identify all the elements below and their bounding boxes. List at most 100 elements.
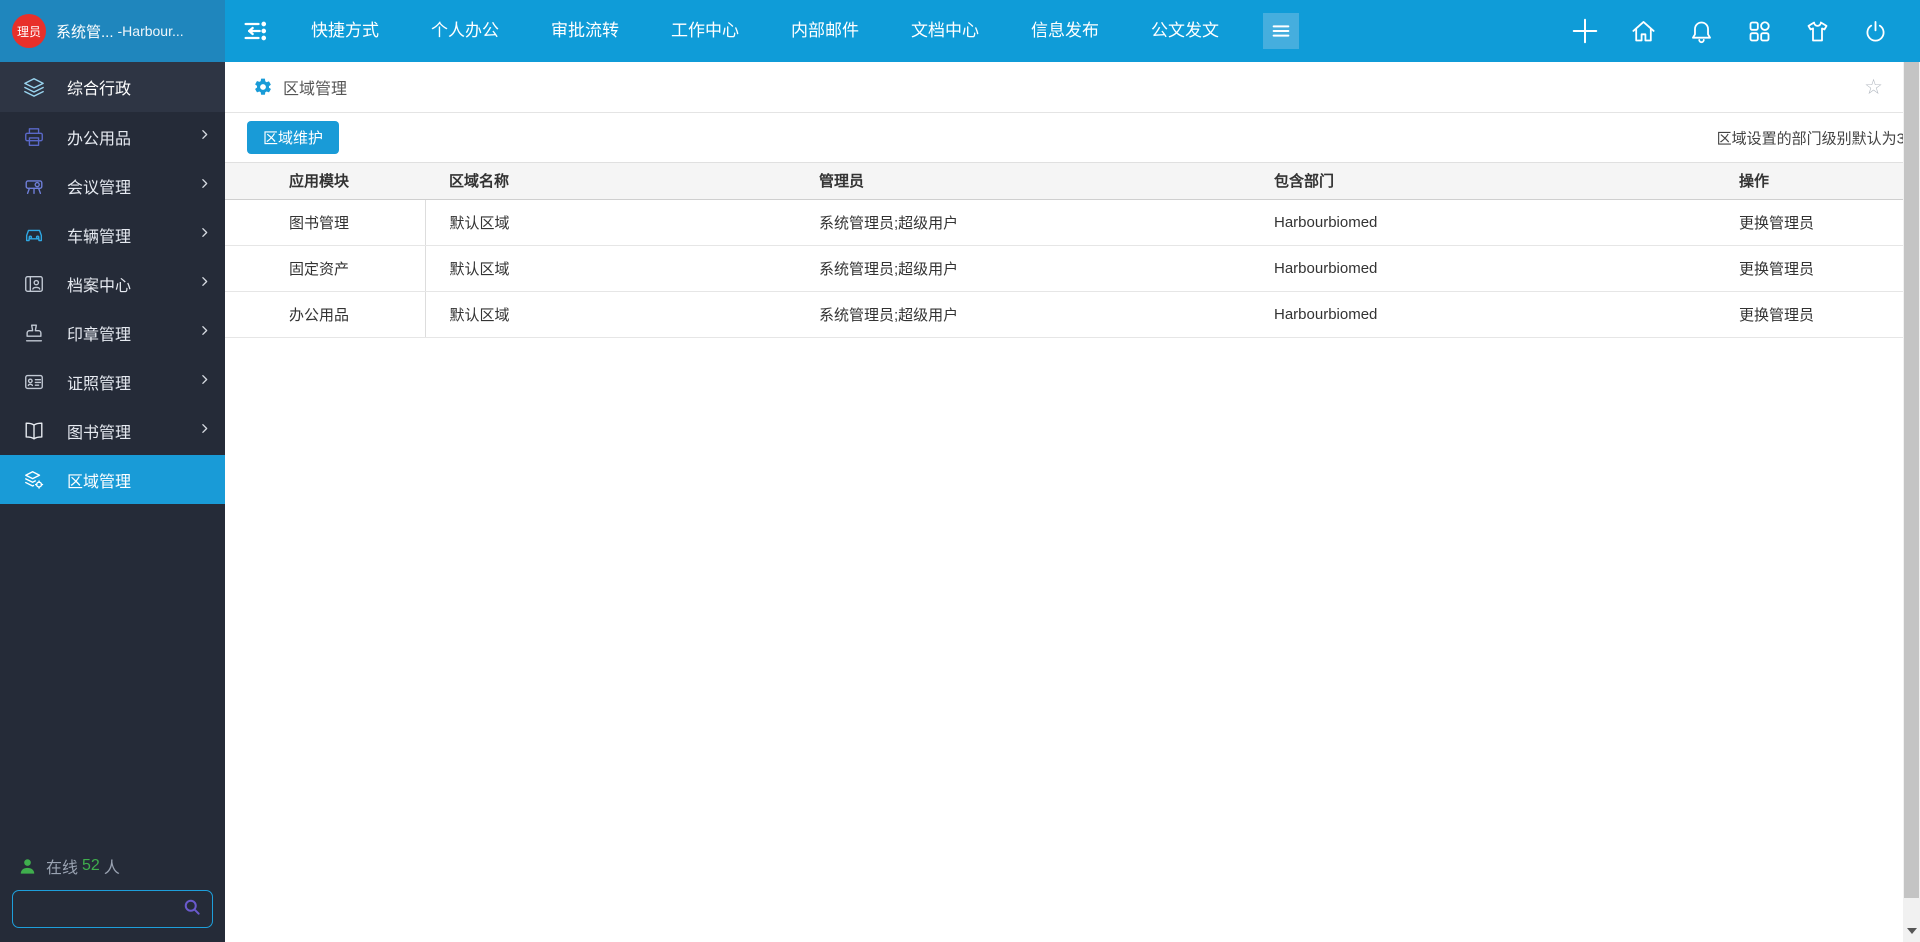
cell-action[interactable]: 更换管理员 [1715, 291, 1903, 338]
sidebar-search [12, 890, 213, 928]
archive-icon [23, 273, 45, 295]
cell-module: 图书管理 [225, 199, 425, 246]
top-menu-item-7[interactable]: 公文发文 [1125, 0, 1245, 62]
change-admin-action[interactable]: 更换管理员 [1739, 261, 1814, 278]
table-row: 办公用品 默认区域 系统管理员;超级用户 Harbourbiomed 更换管理员 [225, 291, 1903, 338]
top-menu: 快捷方式 个人办公 审批流转 工作中心 内部邮件 文档中心 信息发布 公文发文 [285, 0, 1245, 62]
sidebar-item-label: 印章管理 [67, 326, 132, 344]
topbar-right-icons [1570, 16, 1920, 46]
avatar[interactable]: 理员 [12, 14, 46, 48]
online-suffix: 人 [103, 860, 120, 877]
toolbar-note: 区域设置的部门级别默认为3级 [1716, 130, 1903, 147]
sidebar-item-label: 图书管理 [67, 424, 132, 442]
online-prefix: 在线 [46, 860, 79, 877]
column-header-0: 应用模块 [225, 163, 425, 200]
more-menu-icon[interactable] [1263, 13, 1299, 49]
cell-action[interactable]: 更换管理员 [1715, 245, 1903, 292]
breadcrumb: 区域管理 ☆ [225, 62, 1903, 113]
cell-admin: 系统管理员;超级用户 [795, 291, 1250, 338]
top-menu-item-1[interactable]: 个人办公 [405, 0, 525, 62]
sidebar-module-label: 综合行政 [67, 81, 132, 98]
bell-icon[interactable] [1686, 16, 1716, 46]
search-icon[interactable] [182, 897, 202, 922]
main-content: 区域管理 ☆ 区域维护 区域设置的部门级别默认为3级 应用模块 区域名称 管理员 包含… [225, 62, 1903, 942]
user-section[interactable]: 理员 系统管... -Harbour... [0, 0, 225, 62]
table-row: 固定资产 默认区域 系统管理员;超级用户 Harbourbiomed 更换管理员 [225, 245, 1903, 292]
sidebar-item-4[interactable]: 印章管理 [0, 308, 225, 357]
topbar: 理员 系统管... -Harbour... 快捷方式 个人办公 审批流转 工作中心 内部… [0, 0, 1920, 62]
column-header-3: 包含部门 [1250, 163, 1715, 200]
sidebar-item-6[interactable]: 图书管理 [0, 406, 225, 455]
layers-icon [23, 76, 45, 98]
sidebar-item-3[interactable]: 档案中心 [0, 259, 225, 308]
top-menu-item-6[interactable]: 信息发布 [1005, 0, 1125, 62]
toolbar: 区域维护 区域设置的部门级别默认为3级 [225, 113, 1903, 163]
power-icon[interactable] [1860, 16, 1890, 46]
chevron-right-icon [198, 128, 211, 146]
table-row: 图书管理 默认区域 系统管理员;超级用户 Harbourbiomed 更换管理员 [225, 199, 1903, 246]
projector-icon [23, 175, 45, 197]
chevron-right-icon [198, 275, 211, 293]
idcard-icon [23, 371, 45, 393]
scrollbar-thumb[interactable] [1904, 62, 1919, 898]
person-icon [20, 858, 35, 874]
sidebar-item-5[interactable]: 证照管理 [0, 357, 225, 406]
printer-icon [23, 126, 45, 148]
sidebar-item-0[interactable]: 办公用品 [0, 112, 225, 161]
cell-region: 默认区域 [424, 199, 795, 246]
top-menu-item-3[interactable]: 工作中心 [645, 0, 765, 62]
vertical-scrollbar[interactable] [1903, 62, 1920, 942]
apps-icon[interactable] [1744, 16, 1774, 46]
cell-departments: Harbourbiomed [1250, 199, 1715, 246]
top-menu-item-4[interactable]: 内部邮件 [765, 0, 885, 62]
top-menu-item-5[interactable]: 文档中心 [885, 0, 1005, 62]
change-admin-action[interactable]: 更换管理员 [1739, 307, 1814, 324]
down-arrow-icon [1906, 928, 1917, 934]
region-maintain-button[interactable]: 区域维护 [247, 121, 340, 154]
online-status: 在线 52 人 [18, 854, 225, 878]
topbar-menu: 快捷方式 个人办公 审批流转 工作中心 内部邮件 文档中心 信息发布 公文发文 [225, 0, 1920, 62]
book-icon [23, 420, 45, 442]
search-input[interactable] [23, 901, 182, 917]
column-header-4: 操作 [1715, 163, 1903, 200]
cell-region: 默认区域 [424, 291, 795, 338]
cell-module: 固定资产 [225, 245, 425, 292]
sidebar-item-label: 办公用品 [67, 130, 132, 148]
sidebar-item-1[interactable]: 会议管理 [0, 161, 225, 210]
chevron-right-icon [198, 226, 211, 244]
page-title: 区域管理 [283, 81, 348, 98]
online-count: 52 [82, 857, 100, 874]
collapse-menu-icon[interactable] [225, 17, 285, 45]
sidebar-item-2[interactable]: 车辆管理 [0, 210, 225, 259]
column-header-2: 管理员 [795, 163, 1250, 200]
plus-icon[interactable] [1570, 16, 1600, 46]
shirt-icon[interactable] [1802, 16, 1832, 46]
cell-admin: 系统管理员;超级用户 [795, 245, 1250, 292]
top-menu-item-0[interactable]: 快捷方式 [285, 0, 405, 62]
sidebar-item-label: 证照管理 [67, 375, 132, 393]
top-menu-item-2[interactable]: 审批流转 [525, 0, 645, 62]
sidebar-item-7[interactable]: 区域管理 [0, 455, 225, 504]
change-admin-action[interactable]: 更换管理员 [1739, 215, 1814, 232]
region-table: 应用模块 区域名称 管理员 包含部门 操作 图书管理 默认区域 系统管理员;超级用户 Harb… [225, 163, 1903, 338]
user-name: 系统管... [56, 23, 114, 41]
sidebar-module-header[interactable]: 综合行政 [0, 62, 225, 112]
cell-departments: Harbourbiomed [1250, 291, 1715, 338]
sidebar-item-label: 车辆管理 [67, 228, 132, 246]
favorite-star-icon[interactable]: ☆ [1864, 77, 1883, 98]
chevron-right-icon [198, 422, 211, 440]
sidebar: 综合行政 办公用品会议管理车辆管理档案中心印章管理证照管理图书管理区域管理 在线… [0, 62, 225, 942]
sidebar-item-label: 档案中心 [67, 277, 132, 295]
cell-module: 办公用品 [225, 291, 425, 338]
scrollbar-down-button[interactable] [1903, 920, 1920, 942]
column-header-1: 区域名称 [425, 163, 795, 200]
chevron-right-icon [198, 373, 211, 391]
sidebar-item-label: 会议管理 [67, 179, 132, 197]
home-icon[interactable] [1628, 16, 1658, 46]
gear-icon [255, 78, 271, 95]
cell-action[interactable]: 更换管理员 [1715, 199, 1903, 246]
cell-admin: 系统管理员;超级用户 [795, 199, 1250, 246]
car-icon [23, 224, 45, 246]
table-header-row: 应用模块 区域名称 管理员 包含部门 操作 [225, 163, 1903, 200]
chevron-right-icon [198, 177, 211, 195]
